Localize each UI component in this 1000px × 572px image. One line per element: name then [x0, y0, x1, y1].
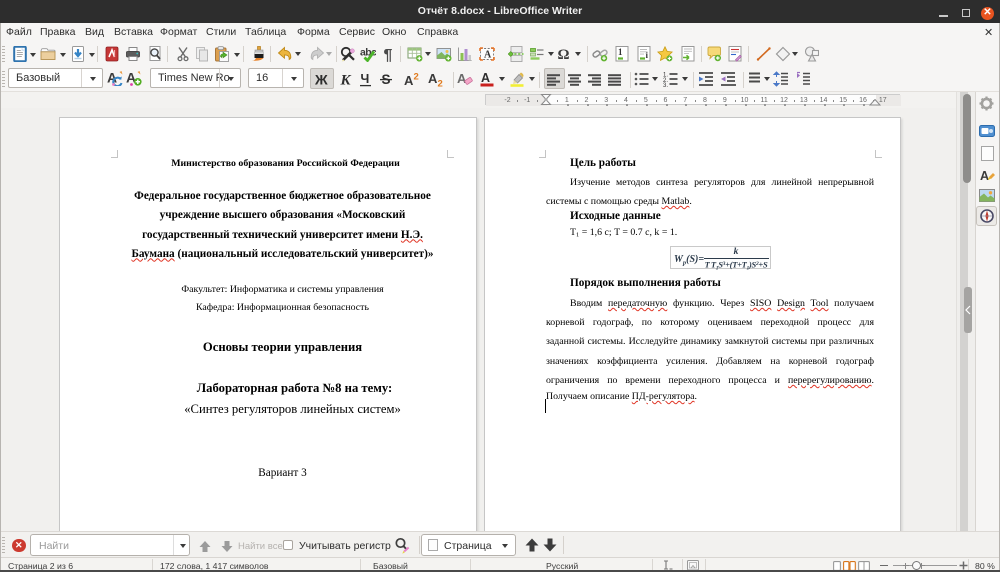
svg-text:1: 1	[618, 47, 623, 57]
svg-text:A: A	[980, 169, 989, 183]
svg-text:A: A	[484, 50, 492, 61]
svg-text:A: A	[457, 71, 467, 86]
svg-text:¶: ¶	[384, 47, 393, 62]
svg-text:K: K	[340, 73, 352, 88]
svg-text:3.: 3.	[663, 83, 668, 87]
svg-text:A: A	[428, 71, 438, 86]
svg-text:2: 2	[414, 72, 419, 83]
svg-text:Ω: Ω	[558, 47, 570, 62]
svg-text:A: A	[481, 71, 490, 85]
svg-text:A: A	[404, 73, 414, 87]
svg-text:Ч: Ч	[361, 72, 370, 86]
svg-text:Ж: Ж	[314, 72, 328, 88]
svg-text:2: 2	[438, 79, 443, 88]
